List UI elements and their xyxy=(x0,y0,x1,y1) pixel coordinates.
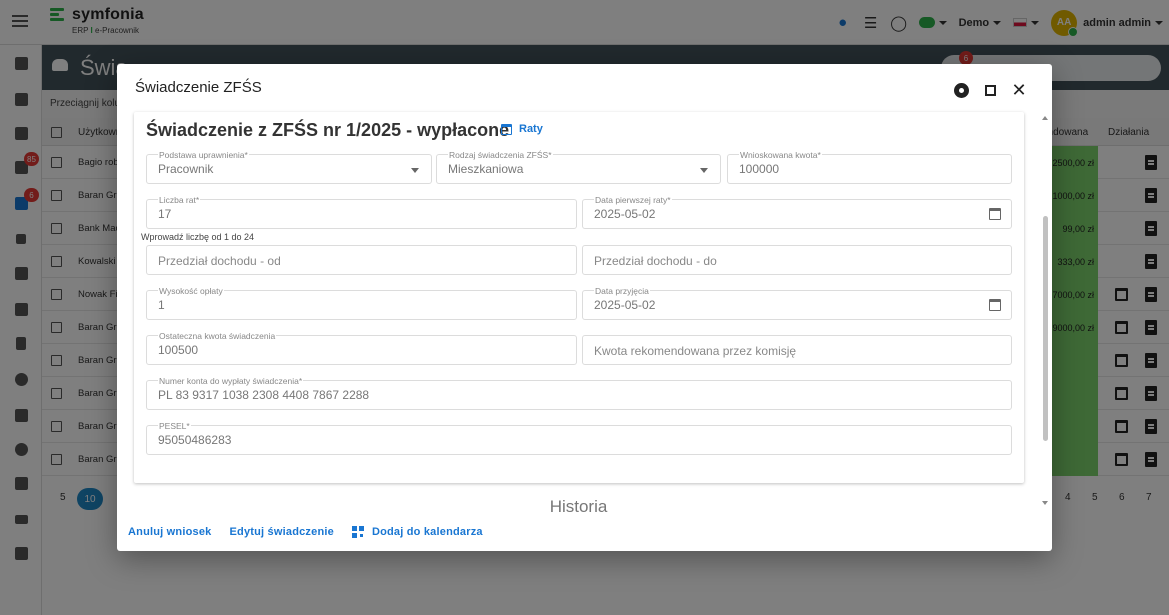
scroll-thumb[interactable] xyxy=(1043,216,1048,441)
data-przyjecia-input[interactable]: Data przyjęcia 2025-05-02 xyxy=(582,286,1012,320)
benefit-form-card-lower: Przedział dochodu - od Przedział dochodu… xyxy=(134,236,1024,484)
data-pierwszej-raty-input[interactable]: Data pierwszej raty* 2025-05-02 xyxy=(582,195,1012,229)
dialog-title: Świadczenie ZFŚS xyxy=(135,79,262,96)
calendar-icon[interactable] xyxy=(989,299,1001,311)
raty-button[interactable]: Raty xyxy=(501,123,543,135)
liczba-rat-input[interactable]: Liczba rat* 17 xyxy=(146,195,577,229)
edit-benefit-button[interactable]: Edytuj świadczenie xyxy=(229,526,333,538)
dialog-footer: Anuluj wniosek Edytuj świadczenie Dodaj … xyxy=(128,526,501,538)
benefit-dialog: Świadczenie ZFŚS ✕ Świadczenie z ZFŚS nr… xyxy=(117,64,1052,551)
chevron-down-icon xyxy=(411,168,419,173)
pesel-input[interactable]: PESEL* 95050486283 xyxy=(146,421,1012,455)
history-section-title: Historia xyxy=(549,497,608,516)
dialog-actions: ✕ xyxy=(941,81,1028,99)
scroll-down-icon[interactable] xyxy=(1042,501,1048,505)
podstawa-select[interactable]: Podstawa uprawnienia* Pracownik xyxy=(146,150,432,184)
kwota-rekomendowana-input[interactable]: Kwota rekomendowana przez komisję xyxy=(582,335,1012,365)
dialog-scrollbar[interactable] xyxy=(1042,116,1048,506)
wysokosc-oplaty-input[interactable]: Wysokość opłaty 1 xyxy=(146,286,577,320)
calendar-icon xyxy=(501,123,512,135)
chevron-down-icon xyxy=(700,168,708,173)
settings-button[interactable] xyxy=(952,81,970,99)
close-icon: ✕ xyxy=(1011,80,1027,100)
expand-icon xyxy=(984,84,996,96)
cancel-request-button[interactable]: Anuluj wniosek xyxy=(128,526,211,538)
rodzaj-select[interactable]: Rodzaj świadczenia ZFŚS* Mieszkaniowa xyxy=(436,150,721,184)
benefit-heading: Świadczenie z ZFŚS nr 1/2025 - wypłacone xyxy=(146,120,510,140)
qr-code-icon xyxy=(351,526,364,538)
gear-icon xyxy=(953,82,969,98)
numer-konta-input[interactable]: Numer konta do wypłaty świadczenia* PL 8… xyxy=(146,376,1012,410)
scroll-up-icon[interactable] xyxy=(1042,116,1048,120)
fullscreen-button[interactable] xyxy=(981,81,999,99)
ostateczna-kwota-input[interactable]: Ostateczna kwota świadczenia 100500 xyxy=(146,331,577,365)
dochod-do-input[interactable]: Przedział dochodu - do xyxy=(582,245,1012,275)
calendar-icon[interactable] xyxy=(989,208,1001,220)
add-to-calendar-button[interactable]: Dodaj do kalendarza xyxy=(351,526,483,538)
dochod-od-input[interactable]: Przedział dochodu - od xyxy=(146,245,577,275)
kwota-input[interactable]: Wnioskowana kwota* 100000 xyxy=(727,150,1012,184)
close-button[interactable]: ✕ xyxy=(1010,81,1028,99)
